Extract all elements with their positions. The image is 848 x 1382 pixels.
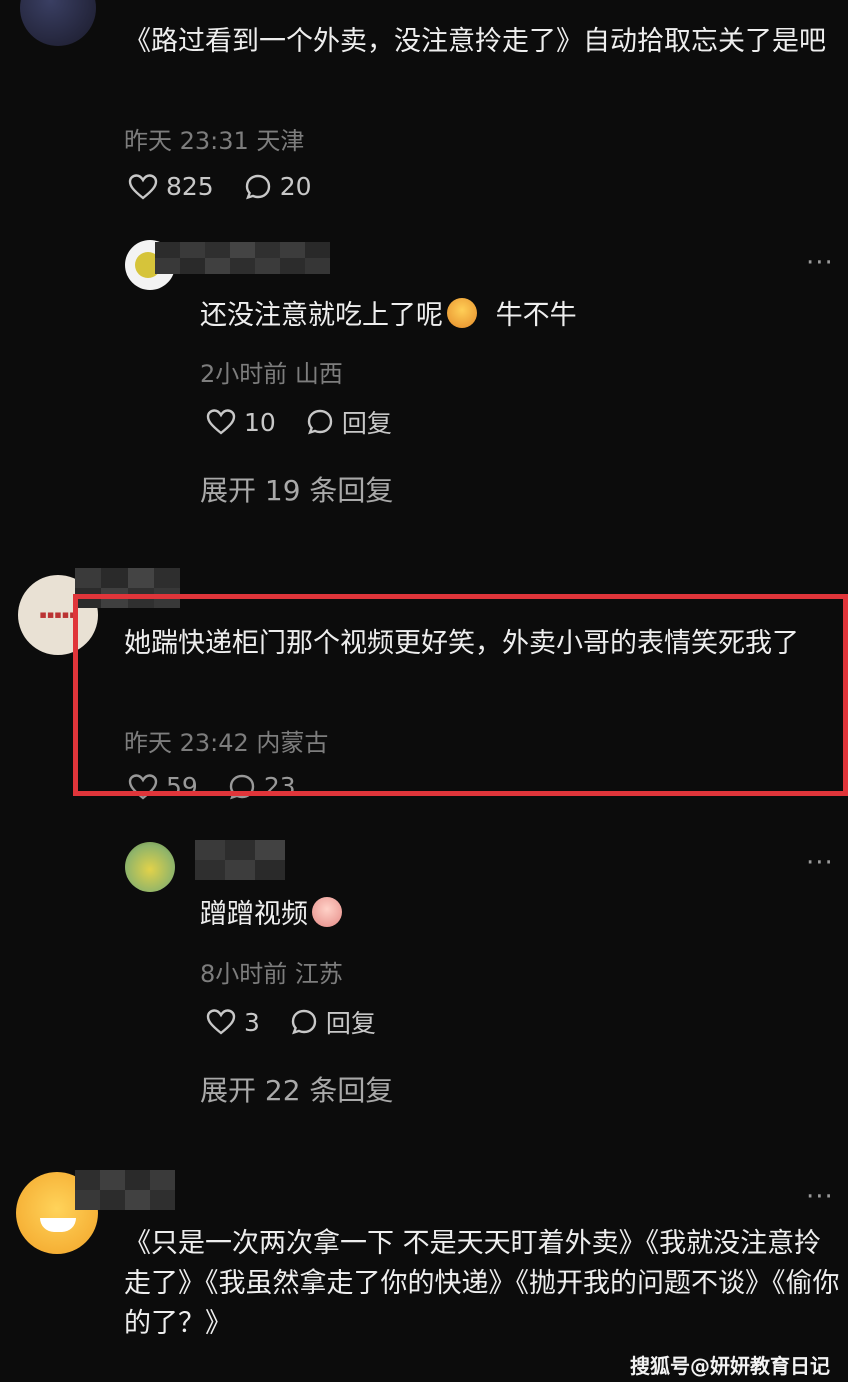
blurred-username [75, 1170, 175, 1210]
reply-text: 还没注意就吃上了呢 牛不牛 [200, 298, 577, 331]
like-button[interactable]: 825 [128, 172, 214, 201]
comment-text: 《路过看到一个外卖，没注意拎走了》自动拾取忘关了是吧 [124, 26, 826, 57]
reply-meta: 2小时前 山西 [200, 360, 343, 388]
comment-meta: 昨天 23:31 天津 [124, 127, 305, 155]
reply-button[interactable]: 回复 [306, 404, 392, 440]
more-options-button[interactable]: ··· [806, 1182, 834, 1212]
reply-label: 回复 [341, 409, 392, 438]
heart-icon [128, 173, 158, 200]
highlight-frame [73, 594, 848, 796]
like-count: 3 [244, 1007, 260, 1037]
expand-replies-button[interactable]: 展开 22 条回复 [200, 1069, 393, 1109]
reply-text: 蹭蹭视频 [200, 895, 342, 935]
reply-button[interactable]: 20 [244, 172, 312, 201]
emoji-icon [312, 897, 342, 927]
reply-button[interactable]: 回复 [290, 1004, 376, 1040]
reply-meta: 8小时前 江苏 [200, 960, 343, 988]
comment-icon [291, 1009, 317, 1035]
reply-actions: 3 回复 [206, 1004, 406, 1040]
heart-icon [206, 1009, 236, 1035]
reply-label: 回复 [325, 1009, 376, 1038]
more-options-button[interactable]: ··· [806, 848, 834, 878]
blurred-username [155, 242, 330, 274]
like-count: 825 [166, 172, 214, 201]
reply-actions: 10 回复 [206, 404, 422, 440]
comment-icon [307, 409, 333, 435]
like-count: 10 [244, 407, 276, 437]
reply-avatar[interactable] [125, 842, 175, 892]
emoji-icon [447, 298, 477, 328]
watermark: 搜狐号@妍妍教育日记 [630, 1354, 830, 1378]
expand-replies-button[interactable]: 展开 19 条回复 [200, 469, 393, 509]
blurred-username [195, 840, 285, 880]
comment-text: 《只是一次两次拿一下 不是天天盯着外卖》《我就没注意拎走了》《我虽然拿走了你的快… [124, 1228, 840, 1339]
heart-icon [206, 409, 236, 435]
more-options-button[interactable]: ··· [806, 248, 834, 278]
like-button[interactable]: 3 [206, 1008, 260, 1037]
avatar-image [40, 1218, 76, 1232]
comment-actions: 825 20 [128, 172, 342, 201]
avatar[interactable] [20, 0, 96, 46]
comment-icon [245, 174, 270, 199]
like-button[interactable]: 10 [206, 408, 276, 437]
reply-count: 20 [279, 172, 312, 201]
